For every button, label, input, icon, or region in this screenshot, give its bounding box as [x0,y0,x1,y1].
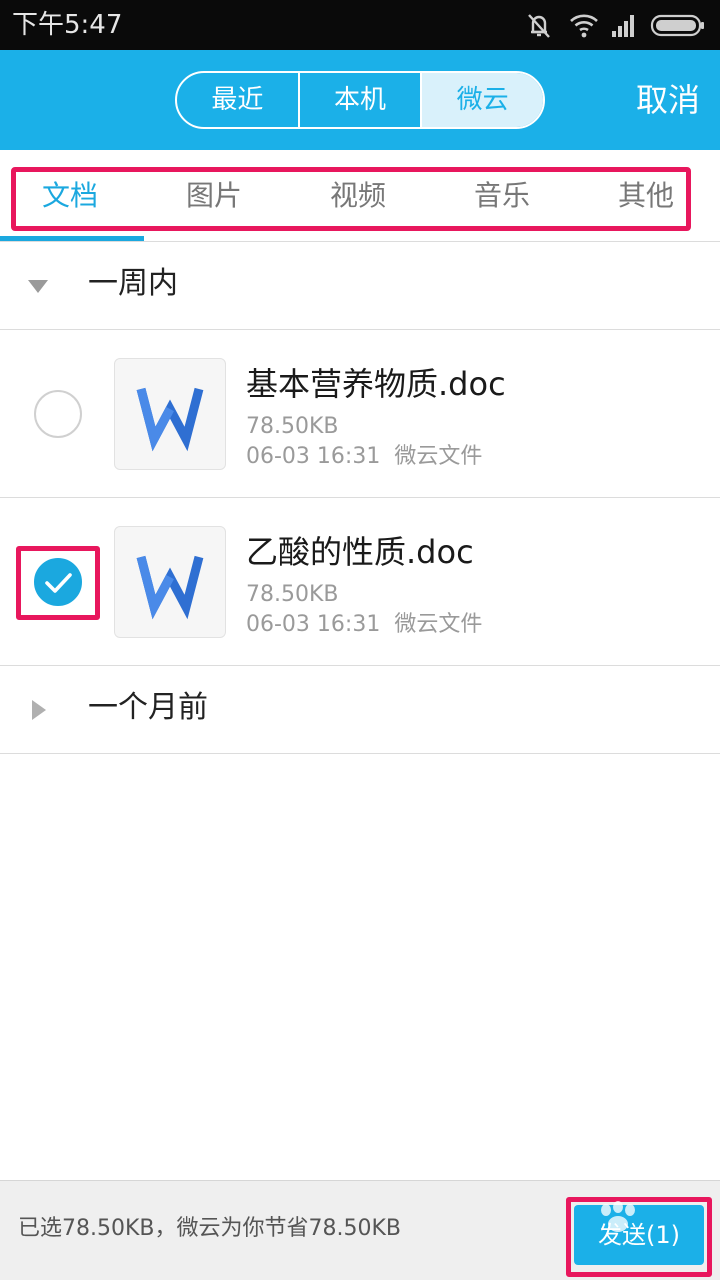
file-meta: 06-03 16:31 微云文件 [246,442,482,472]
status-bar: 下午5:47 [0,0,720,50]
file-row[interactable]: 基本营养物质.doc 78.50KB 06-03 16:31 微云文件 [0,330,720,498]
file-row[interactable]: 乙酸的性质.doc 78.50KB 06-03 16:31 微云文件 [0,498,720,666]
status-time: 下午5:47 [12,10,123,40]
segment-weiyun[interactable]: 微云 [420,73,543,127]
file-name: 乙酸的性质.doc [246,533,474,571]
segment-recent[interactable]: 最近 [177,73,298,127]
word-doc-icon [114,526,226,638]
expand-down-icon [28,280,48,293]
checkbox-highlight-box [16,546,100,620]
file-source: 微云文件 [394,444,483,469]
category-tabs: 文档 图片 视频 音乐 其他 [0,150,720,242]
group-label: 一周内 [88,266,178,301]
file-meta: 06-03 16:31 微云文件 [246,610,482,640]
file-source: 微云文件 [394,612,483,637]
file-size: 78.50KB [246,414,339,439]
file-date: 06-03 16:31 [246,444,381,469]
cancel-button[interactable]: 取消 [636,78,700,122]
segment-local[interactable]: 本机 [297,73,421,127]
source-segmented-control: 最近 本机 微云 [175,71,545,129]
battery-icon [650,10,706,44]
group-header-month[interactable]: 一个月前 [0,666,720,754]
bottom-bar: 已选78.50KB，微云为你节省78.50KB 发送(1) [0,1180,720,1280]
signal-icon [610,10,638,44]
file-name: 基本营养物质.doc [246,365,506,403]
selection-summary: 已选78.50KB，微云为你节省78.50KB [18,1216,402,1241]
file-date: 06-03 16:31 [246,612,381,637]
file-size: 78.50KB [246,582,339,607]
select-radio[interactable] [34,390,82,438]
active-tab-indicator [0,236,144,241]
expand-right-icon [32,700,46,720]
send-highlight-box [566,1197,712,1277]
tabs-highlight-box [11,167,691,231]
mute-icon [524,10,554,44]
group-header-week[interactable]: 一周内 [0,242,720,330]
wifi-icon [568,10,600,44]
group-label: 一个月前 [88,690,208,725]
word-doc-icon [114,358,226,470]
top-header: 最近 本机 微云 取消 [0,50,720,150]
